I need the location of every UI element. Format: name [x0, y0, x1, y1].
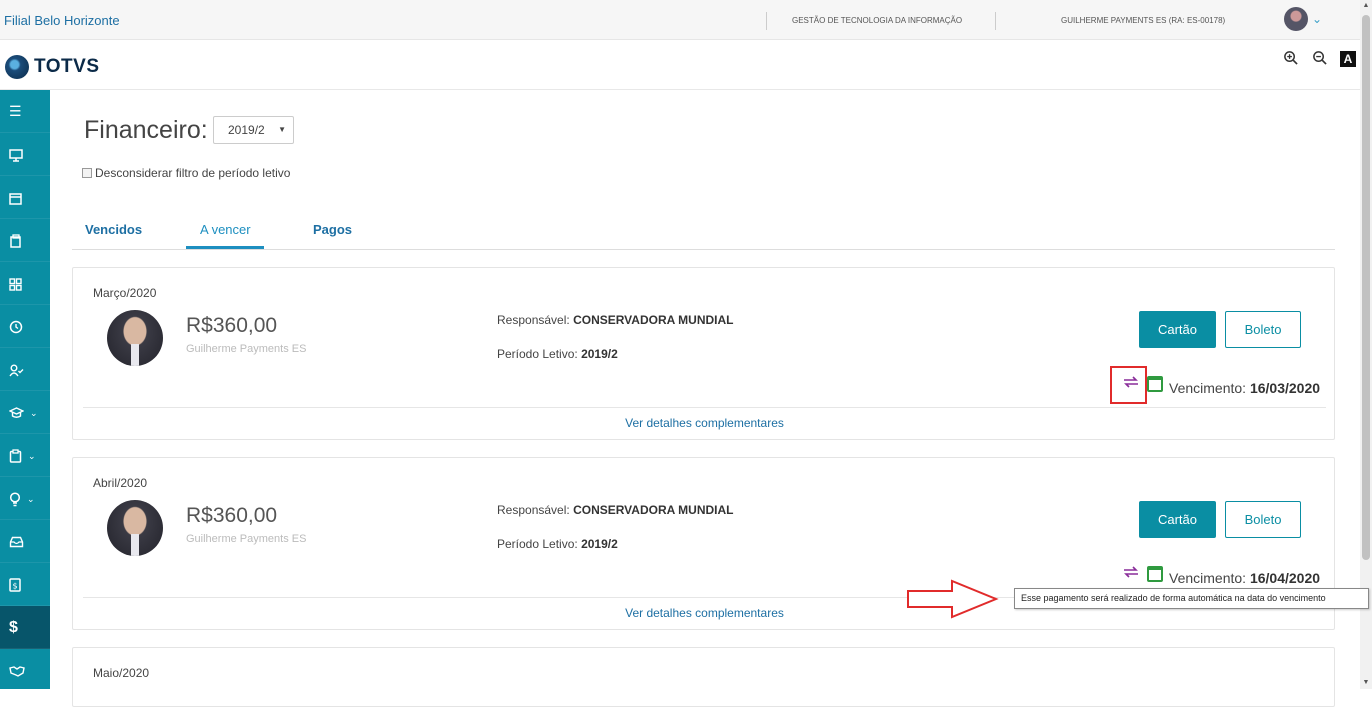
pay-boleto-button[interactable]: Boleto	[1225, 311, 1301, 348]
sidebar-item-grid[interactable]	[0, 262, 50, 305]
auto-payment-tooltip: Esse pagamento será realizado de forma a…	[1014, 588, 1369, 609]
chevron-down-icon[interactable]: ⌄	[1312, 12, 1322, 26]
tab-pagos[interactable]: Pagos	[313, 222, 352, 237]
ignore-period-filter[interactable]: Desconsiderar filtro de período letivo	[82, 166, 290, 180]
user-avatar[interactable]	[1284, 7, 1308, 31]
chevron-down-icon: ⌄	[30, 407, 38, 418]
ignore-period-checkbox[interactable]	[82, 168, 92, 178]
contrast-icon[interactable]: A	[1340, 51, 1356, 67]
divider	[995, 12, 996, 30]
payer-name: Guilherme Payments ES	[186, 533, 307, 545]
tab-a-vencer[interactable]: A vencer	[200, 222, 251, 237]
period-select[interactable]: 2019/2 ▼	[213, 116, 294, 144]
responsible-label: Responsável:	[497, 503, 570, 517]
period-value: 2019/2	[581, 347, 618, 361]
sidebar-item-lightbulb[interactable]: ⌄	[0, 477, 50, 520]
due-date: 16/04/2020	[1249, 570, 1321, 586]
invoice-card: Maio/2020	[72, 647, 1335, 707]
brand-name: TOTVS	[34, 56, 100, 77]
sidebar-item-clipboard[interactable]: ⌄	[0, 434, 50, 477]
user-name[interactable]: GUILHERME PAYMENTS ES (RA: ES-00178)	[1061, 16, 1225, 25]
responsible-value: CONSERVADORA MUNDIAL	[573, 313, 734, 327]
ignore-period-label: Desconsiderar filtro de período letivo	[95, 166, 291, 180]
responsible-value: CONSERVADORA MUNDIAL	[573, 503, 734, 517]
zoom-out-icon[interactable]	[1312, 50, 1327, 70]
calendar-icon	[1147, 376, 1163, 392]
unit-name[interactable]: GESTÃO DE TECNOLOGIA DA INFORMAÇÃO	[792, 16, 962, 25]
svg-text:$: $	[12, 582, 17, 591]
period-select-value: 2019/2	[228, 123, 265, 137]
sidebar-item-financial[interactable]: $	[0, 606, 50, 649]
responsible-info: Responsável: CONSERVADORA MUNDIAL	[497, 503, 734, 517]
annotation-highlight-box	[1110, 366, 1147, 404]
invoice-month: Maio/2020	[93, 666, 150, 680]
annotation-arrow-icon	[907, 579, 999, 619]
tab-bar: Vencidos A vencer Pagos	[72, 210, 1335, 250]
branch-name[interactable]: Filial Belo Horizonte	[4, 13, 120, 28]
scroll-up-icon[interactable]: ▲	[1360, 0, 1372, 12]
details-link[interactable]: Ver detalhes complementares	[73, 416, 1336, 430]
active-tab-indicator	[186, 246, 264, 249]
pay-boleto-button[interactable]: Boleto	[1225, 501, 1301, 538]
period-value: 2019/2	[581, 537, 618, 551]
period-info: Período Letivo: 2019/2	[497, 537, 618, 551]
student-avatar	[107, 500, 163, 556]
responsible-label: Responsável:	[497, 313, 570, 327]
invoice-amount: R$360,00	[186, 504, 278, 527]
responsible-info: Responsável: CONSERVADORA MUNDIAL	[497, 313, 734, 327]
sidebar-item-user-check[interactable]	[0, 348, 50, 391]
due-label: Vencimento:	[1169, 380, 1247, 396]
period-info: Período Letivo: 2019/2	[497, 347, 618, 361]
sidebar-item-inbox[interactable]	[0, 520, 50, 563]
pay-card-button[interactable]: Cartão	[1139, 311, 1216, 348]
sidebar-item-academic[interactable]: ⌄	[0, 391, 50, 434]
menu-icon[interactable]: ☰	[0, 90, 50, 133]
sidebar-item-handshake[interactable]	[0, 649, 50, 692]
period-label: Período Letivo:	[497, 347, 578, 361]
scroll-down-icon[interactable]: ▼	[1360, 677, 1372, 689]
calendar-icon	[1147, 566, 1163, 582]
tab-vencidos[interactable]: Vencidos	[85, 222, 142, 237]
sidebar-item-clock[interactable]	[0, 305, 50, 348]
period-label: Período Letivo:	[497, 537, 578, 551]
auto-payment-icon[interactable]	[1121, 564, 1141, 584]
due-info: Vencimento: 16/04/2020	[1169, 570, 1320, 586]
card-divider	[83, 407, 1326, 408]
page-title: Financeiro:	[84, 116, 208, 144]
invoice-month: Março/2020	[93, 286, 157, 300]
vertical-scrollbar[interactable]: ▲ ▼	[1360, 0, 1372, 689]
sidebar-item-desktop[interactable]	[0, 133, 50, 176]
pay-card-button[interactable]: Cartão	[1139, 501, 1216, 538]
top-bar: Filial Belo Horizonte GESTÃO DE TECNOLOG…	[0, 0, 1360, 40]
invoice-card: Março/2020 R$360,00 Guilherme Payments E…	[72, 267, 1335, 440]
sidebar-item-calendar[interactable]	[0, 176, 50, 219]
divider	[766, 12, 767, 30]
zoom-in-icon[interactable]	[1283, 50, 1298, 70]
chevron-down-icon: ⌄	[28, 450, 36, 461]
caret-down-icon: ▼	[278, 125, 286, 134]
invoice-amount: R$360,00	[186, 314, 278, 337]
due-date: 16/03/2020	[1249, 380, 1321, 396]
chevron-down-icon: ⌄	[27, 493, 35, 504]
totvs-logo-icon	[5, 55, 29, 79]
payer-name: Guilherme Payments ES	[186, 343, 307, 355]
due-info: Vencimento: 16/03/2020	[1169, 380, 1320, 396]
invoice-month: Abril/2020	[93, 476, 148, 490]
due-label: Vencimento:	[1169, 570, 1247, 586]
sidebar-item-invoice[interactable]: $	[0, 563, 50, 606]
sidebar-item-documents[interactable]	[0, 219, 50, 262]
scroll-thumb[interactable]	[1362, 15, 1370, 560]
sidebar: ☰ ⌄ ⌄ ⌄ $ $	[0, 90, 50, 692]
logo-bar: TOTVS A	[0, 40, 1360, 90]
student-avatar	[107, 310, 163, 366]
